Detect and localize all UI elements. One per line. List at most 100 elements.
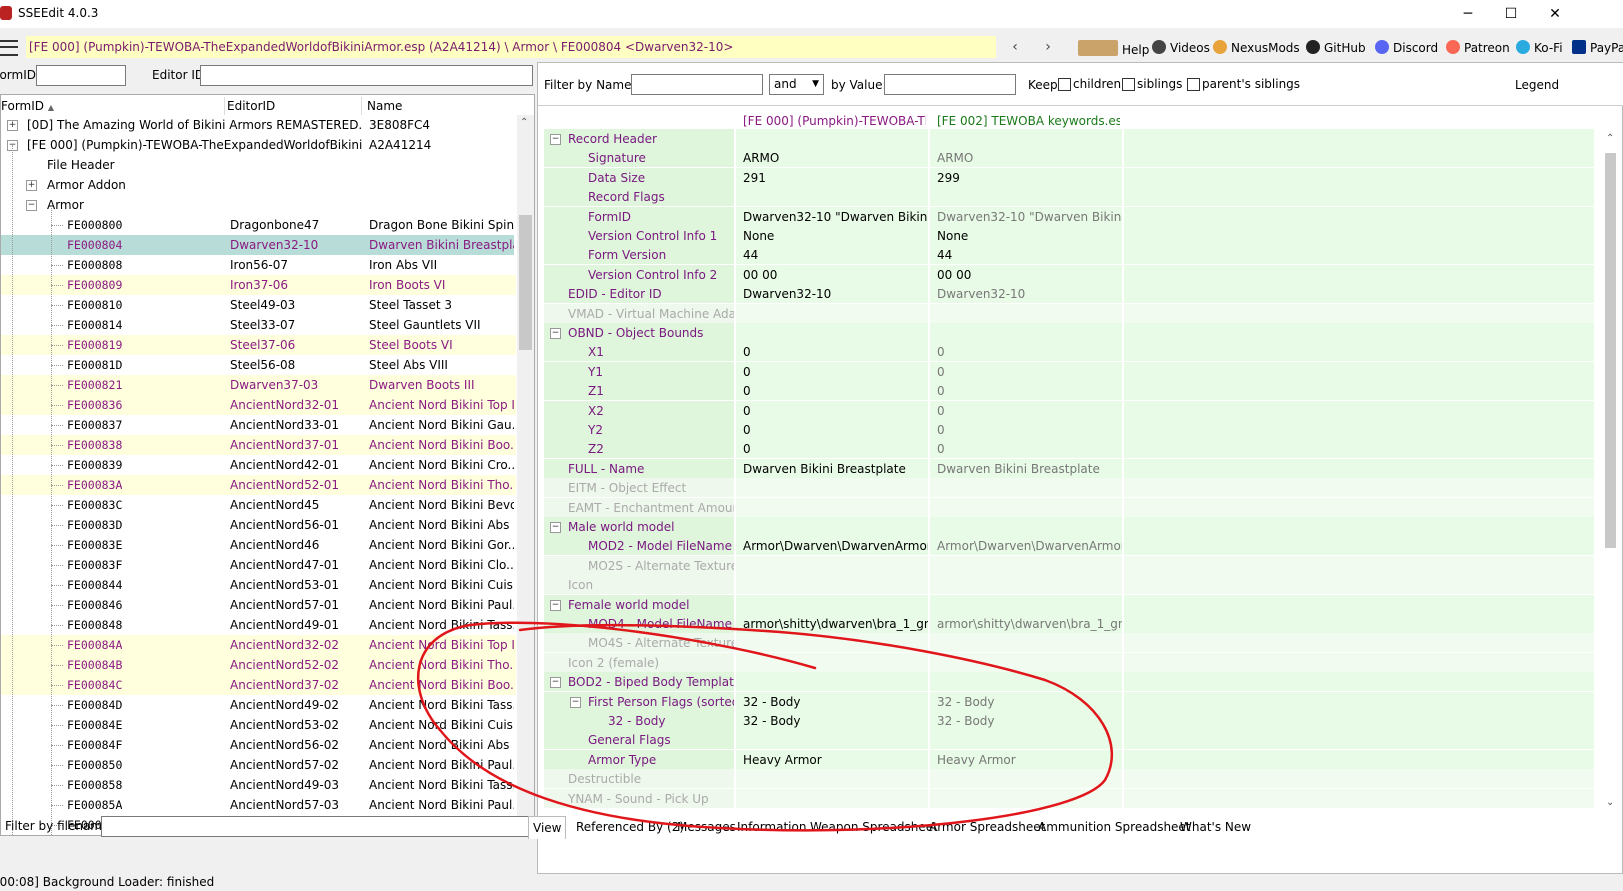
- filter-value-input[interactable]: [884, 74, 1016, 95]
- field-value-plugin-2[interactable]: 0: [930, 361, 1122, 381]
- record-field-row[interactable]: Y1 0 0: [544, 361, 1594, 382]
- record-row[interactable]: FE000848 AncientNord49-01 Ancient Nord Bik…: [1, 615, 516, 635]
- field-value-plugin-2[interactable]: [930, 788, 1122, 808]
- field-value-plugin-1[interactable]: [736, 497, 928, 517]
- field-value-plugin-1[interactable]: 0: [736, 420, 928, 439]
- record-path-bar[interactable]: [FE 000] (Pumpkin)-TEWOBA-TheExpandedWor…: [26, 36, 996, 58]
- field-value-plugin-2[interactable]: [930, 323, 1122, 342]
- record-field-row[interactable]: Signature ARMO ARMO: [544, 148, 1594, 168]
- record-row[interactable]: FE000814 Steel33-07 Steel Gauntlets VII: [1, 315, 516, 335]
- field-value-plugin-2[interactable]: 0: [930, 400, 1122, 420]
- field-value-plugin-2[interactable]: Heavy Armor: [930, 749, 1122, 769]
- hamburger-menu-icon[interactable]: [0, 40, 18, 56]
- field-value-plugin-1[interactable]: [736, 730, 928, 750]
- field-value-plugin-2[interactable]: [930, 303, 1122, 323]
- field-value-plugin-2[interactable]: Dwarven Bikini Breastplate: [930, 458, 1122, 478]
- filter-name-input[interactable]: [631, 74, 763, 95]
- field-value-plugin-1[interactable]: 32 - Body: [736, 711, 928, 730]
- record-row[interactable]: FE00083F AncientNord47-01 Ancient Nord Bik…: [1, 555, 516, 575]
- forward-button[interactable]: ›: [1038, 36, 1058, 58]
- record-row[interactable]: FE00084B AncientNord52-02 Ancient Nord Bik…: [1, 655, 516, 675]
- discord-link[interactable]: Discord: [1375, 40, 1438, 55]
- field-value-plugin-2[interactable]: [930, 478, 1122, 498]
- close-button[interactable]: ✕: [1532, 3, 1578, 25]
- record-field-row[interactable]: Version Control Info 2 00 00 00 00: [544, 264, 1594, 285]
- collapse-icon[interactable]: −: [570, 696, 581, 708]
- field-value-plugin-1[interactable]: [736, 633, 928, 653]
- expand-icon[interactable]: +: [7, 120, 18, 131]
- record-row[interactable]: FE000846 AncientNord57-01 Ancient Nord Bik…: [1, 595, 516, 615]
- record-row[interactable]: FE000808 Iron56-07 Iron Abs VII: [1, 255, 516, 275]
- editorid-filter-input[interactable]: [200, 65, 533, 86]
- field-value-plugin-2[interactable]: Dwarven32-10 "Dwarven Bikini B...: [930, 206, 1122, 226]
- expand-icon[interactable]: +: [26, 180, 37, 191]
- record-field-row[interactable]: Y2 0 0: [544, 420, 1594, 440]
- field-value-plugin-1[interactable]: 0: [736, 361, 928, 381]
- record-row[interactable]: FE00084D AncientNord49-02 Ancient Nord Bik…: [1, 695, 516, 715]
- tab-1[interactable]: Referenced By (2): [572, 816, 688, 838]
- field-value-plugin-1[interactable]: None: [736, 226, 928, 245]
- record-row[interactable]: FE00084A AncientNord32-02 Ancient Nord Bik…: [1, 635, 516, 655]
- field-value-plugin-1[interactable]: [736, 187, 928, 207]
- kofi-link[interactable]: Ko-Fi: [1516, 40, 1563, 55]
- record-row[interactable]: FE000819 Steel37-06 Steel Boots VI: [1, 335, 516, 355]
- filter-filename-input[interactable]: [101, 816, 533, 837]
- field-value-plugin-1[interactable]: [736, 303, 928, 323]
- collapse-icon[interactable]: −: [550, 522, 561, 533]
- field-value-plugin-2[interactable]: [930, 555, 1122, 575]
- record-row[interactable]: FE000858 AncientNord49-03 Ancient Nord Bik…: [1, 775, 516, 795]
- record-field-row[interactable]: Z1 0 0: [544, 381, 1594, 401]
- field-value-plugin-1[interactable]: [736, 129, 928, 148]
- record-row[interactable]: FE000809 Iron37-06 Iron Boots VI: [1, 275, 516, 295]
- field-value-plugin-2[interactable]: None: [930, 226, 1122, 245]
- tab-0[interactable]: View: [528, 816, 567, 839]
- record-field-row[interactable]: FULL - Name Dwarven Bikini Breastplate Dwa…: [544, 458, 1594, 479]
- record-field-row[interactable]: X2 0 0: [544, 400, 1594, 421]
- field-value-plugin-2[interactable]: [930, 497, 1122, 517]
- field-value-plugin-2[interactable]: 0: [930, 342, 1122, 362]
- field-value-plugin-1[interactable]: [736, 788, 928, 808]
- record-row[interactable]: FE000838 AncientNord37-01 Ancient Nord Bik…: [1, 435, 516, 455]
- field-value-plugin-2[interactable]: Dwarven32-10: [930, 284, 1122, 304]
- github-link[interactable]: GitHub: [1306, 40, 1366, 55]
- field-value-plugin-1[interactable]: Heavy Armor: [736, 749, 928, 769]
- help-link[interactable]: Help: [1078, 40, 1149, 57]
- collapse-icon[interactable]: −: [550, 328, 561, 339]
- record-field-row[interactable]: 32 - Body 32 - Body 32 - Body: [544, 711, 1594, 731]
- field-value-plugin-2[interactable]: [930, 517, 1122, 536]
- field-value-plugin-2[interactable]: [930, 187, 1122, 207]
- record-row[interactable]: FE000800 Dragonbone47 Dragon Bone Bikini S…: [1, 215, 516, 235]
- field-value-plugin-2[interactable]: [930, 769, 1122, 789]
- record-field-row[interactable]: YNAM - Sound - Pick Up: [544, 788, 1594, 809]
- group-row[interactable]: File Header: [1, 155, 516, 175]
- field-value-plugin-1[interactable]: Armor\Dwarven\DwarvenArmor...: [736, 536, 928, 556]
- record-row[interactable]: FE00083E AncientNord46 Ancient Nord Bikini…: [1, 535, 516, 555]
- patreon-link[interactable]: Patreon: [1446, 40, 1510, 55]
- grid-scrollbar-thumb[interactable]: [1605, 153, 1616, 548]
- tab-7[interactable]: What's New: [1176, 816, 1255, 838]
- grid-scrollbar[interactable]: ⌃ ⌄: [1602, 133, 1619, 813]
- collapse-icon[interactable]: −: [550, 677, 561, 689]
- tab-3[interactable]: Information: [733, 816, 810, 838]
- tree-scrollbar[interactable]: ⌃ ⌄: [517, 115, 534, 835]
- record-field-row[interactable]: X1 0 0: [544, 342, 1594, 362]
- parents-siblings-checkbox[interactable]: [1187, 78, 1200, 91]
- maximize-button[interactable]: ☐: [1488, 3, 1534, 25]
- record-field-row[interactable]: Male world model −: [544, 517, 1594, 537]
- record-field-row[interactable]: Record Flags: [544, 187, 1594, 207]
- record-row[interactable]: FE000839 AncientNord42-01 Ancient Nord Bik…: [1, 455, 516, 475]
- field-value-plugin-1[interactable]: [736, 594, 928, 614]
- record-field-row[interactable]: MOD2 - Model FileName Armor\Dwarven\Dwarv…: [544, 536, 1594, 556]
- field-value-plugin-1[interactable]: Dwarven32-10 "Dwarven Bikini B...: [736, 206, 928, 226]
- record-row[interactable]: FE000821 Dwarven37-03 Dwarven Boots III: [1, 375, 516, 395]
- record-field-row[interactable]: FormIDDwarven32-10 "Dwarven Bikini B...D…: [544, 206, 1594, 227]
- field-value-plugin-2[interactable]: 00 00: [930, 264, 1122, 284]
- paypal-link[interactable]: PayPal: [1572, 40, 1623, 55]
- record-row[interactable]: FE00081D Steel56-08 Steel Abs VIII: [1, 355, 516, 375]
- record-row[interactable]: FE00083C AncientNord45 Ancient Nord Bikini…: [1, 495, 516, 515]
- field-value-plugin-1[interactable]: 00 00: [736, 264, 928, 284]
- field-value-plugin-2[interactable]: 0: [930, 381, 1122, 401]
- field-value-plugin-1[interactable]: Dwarven32-10: [736, 284, 928, 304]
- legend-button[interactable]: Legend: [1515, 78, 1559, 92]
- field-value-plugin-2[interactable]: Armor\Dwarven\DwarvenArmor...: [930, 536, 1122, 556]
